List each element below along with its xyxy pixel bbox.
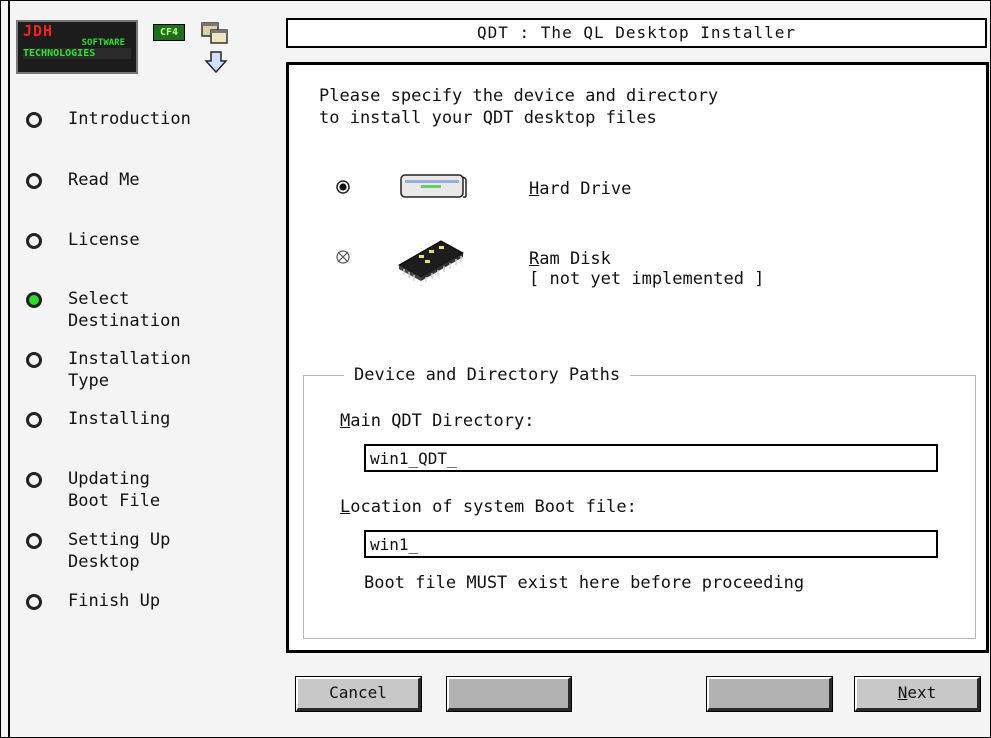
sidebar-item-label: Select Destination: [68, 289, 181, 331]
cancel-button[interactable]: Cancel: [295, 676, 422, 712]
sidebar-item-label: Finish Up: [68, 591, 161, 611]
step-bullet-icon: [26, 412, 42, 428]
next-mnemonic: N: [897, 683, 908, 702]
sidebar-item-installation-type[interactable]: Installation Type: [26, 348, 191, 392]
boot-file-label: Location of system Boot file:: [340, 496, 637, 518]
sidebar-item-installing[interactable]: Installing: [26, 408, 170, 430]
page-title: QDT : The QL Desktop Installer: [286, 18, 987, 48]
sidebar-item-label: Installing: [68, 409, 171, 429]
ram-disk-note: [ not yet implemented ]: [529, 269, 765, 289]
step-bullet-icon: [26, 112, 42, 128]
windows-icon[interactable]: [201, 22, 229, 44]
next-button[interactable]: Next: [854, 676, 981, 712]
paths-group-title: Device and Directory Paths: [344, 362, 631, 388]
sidebar-item-license[interactable]: License: [26, 229, 140, 251]
step-bullet-icon: [26, 233, 42, 249]
boot-file-label-rest: ocation of system Boot file:: [350, 497, 637, 517]
hard-drive-label[interactable]: Hard Drive: [529, 178, 631, 200]
sidebar-item-read-me[interactable]: Read Me: [26, 169, 140, 191]
main-dir-label-rest: ain QDT Directory:: [350, 411, 535, 431]
ram-disk-label-rest: am Disk: [539, 249, 611, 269]
paths-group: Device and Directory Paths Main QDT Dire…: [303, 362, 976, 639]
cf4-badge: CF4: [153, 24, 185, 41]
sidebar-item-label: Read Me: [68, 170, 140, 190]
step-bullet-icon: [26, 352, 42, 368]
hard-drive-mnemonic: H: [529, 179, 540, 199]
sidebar-item-select-destination[interactable]: Select Destination: [26, 288, 181, 332]
sidebar-item-label: Updating Boot File: [68, 469, 161, 511]
left-border: [8, 0, 10, 738]
main-dir-input[interactable]: [364, 444, 938, 472]
active-step-bullet-icon: [26, 292, 42, 308]
logo-line-3: TECHNOLOGIES: [23, 48, 131, 59]
sidebar-item-introduction[interactable]: Introduction: [26, 108, 191, 130]
ram-disk-label[interactable]: Ram Disk: [529, 248, 611, 270]
hard-drive-label-rest: ard Drive: [539, 179, 632, 199]
sidebar-item-label: Installation Type: [68, 349, 191, 391]
main-dir-label: Main QDT Directory:: [340, 410, 534, 432]
ram-disk-mnemonic: R: [529, 249, 540, 269]
sidebar-item-label: Introduction: [68, 109, 191, 129]
sidebar-item-label: License: [68, 230, 140, 250]
ram-disk-radio[interactable]: [335, 249, 351, 265]
sidebar-item-label: Setting Up Desktop: [68, 530, 171, 572]
main-panel: Please specify the device and directory …: [286, 62, 989, 653]
step-bullet-icon: [26, 472, 42, 488]
boot-file-warning: Boot file MUST exist here before proceed…: [364, 573, 805, 593]
down-arrow-icon[interactable]: [204, 50, 228, 74]
step-bullet-icon: [26, 594, 42, 610]
step-bullet-icon: [26, 173, 42, 189]
instructions-text: Please specify the device and directory …: [319, 86, 719, 128]
next-label-rest: ext: [907, 683, 937, 702]
logo-line-1: JDH: [23, 22, 54, 40]
sidebar-item-updating-boot-file[interactable]: Updating Boot File: [26, 468, 160, 512]
hard-drive-icon: [400, 174, 467, 198]
jdh-logo: JDH SOFTWARE TECHNOLOGIES: [16, 20, 138, 74]
blank-button-2[interactable]: [706, 676, 833, 712]
boot-file-mnemonic: L: [340, 497, 351, 517]
blank-button-1[interactable]: [446, 676, 572, 712]
hard-drive-radio[interactable]: [335, 179, 351, 195]
step-bullet-icon: [26, 533, 42, 549]
boot-file-input[interactable]: [364, 530, 938, 558]
sidebar-item-setting-up-desktop[interactable]: Setting Up Desktop: [26, 529, 170, 573]
sidebar-item-finish-up[interactable]: Finish Up: [26, 590, 160, 612]
ram-chip-icon: [397, 240, 465, 282]
main-dir-mnemonic: M: [340, 411, 351, 431]
